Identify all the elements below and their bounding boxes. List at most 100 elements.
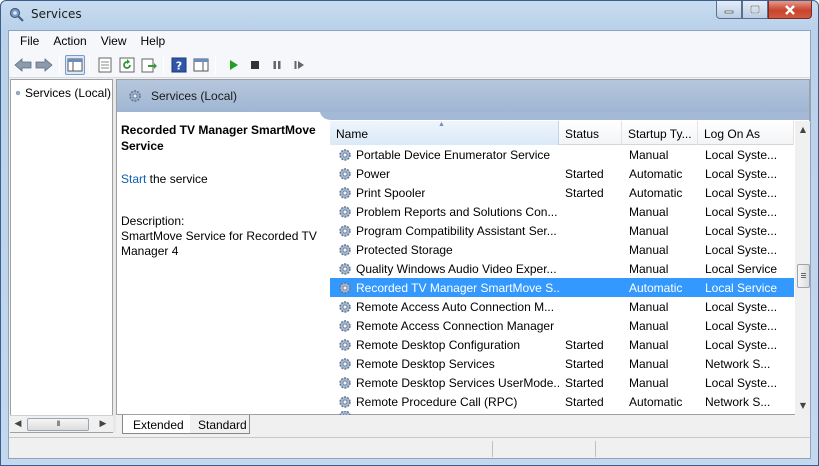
service-startup-type: Manual [629,318,669,333]
scroll-up-icon[interactable]: ▲ [797,125,809,139]
minimize-button[interactable] [716,1,742,19]
refresh-button[interactable] [117,55,137,75]
forward-button[interactable] [34,55,54,75]
service-log-on-as: Local Syste... [705,185,778,200]
service-row[interactable]: Problem Reports and Solutions Con... Manu… [330,202,794,221]
services-pane: Services (Local) Recorded TV Manager Sma… [116,79,810,415]
service-name-cell: Quality Windows Audio Video Exper... [330,261,559,277]
start-service-line: Start the service [121,172,319,186]
start-service-suffix: the service [146,172,208,186]
action-pane-icon [193,58,209,72]
service-gear-icon [339,376,351,389]
column-status[interactable]: Status [559,121,622,145]
column-name[interactable]: ▲ Name [330,121,559,145]
service-row[interactable]: Quality Windows Audio Video Exper... Manu… [330,259,794,278]
scroll-thumb[interactable] [797,264,810,288]
service-log-on-as: Local Syste... [705,204,778,219]
service-row[interactable]: Remote Desktop Configuration Started Manua… [330,335,794,354]
pause-service-button[interactable] [267,55,287,75]
menu-help[interactable]: Help [134,31,173,52]
tree-horizontal-scrollbar[interactable]: ◀ lll ▶ [10,415,113,432]
export-list-button[interactable] [139,55,159,75]
service-log-on-as: Local Syste... [705,223,778,238]
show-hide-tree-button[interactable] [65,55,85,75]
menu-view[interactable]: View [94,31,134,52]
service-startup-type: Automatic [629,394,683,409]
tab-extended[interactable]: Extended [122,415,190,434]
console-tree-icon [67,58,83,72]
service-gear-icon [339,205,351,218]
service-log-on-as: Local Syste... [705,147,778,162]
service-gear-icon [339,186,351,199]
menu-file[interactable]: File [13,31,46,52]
start-service-button[interactable] [223,55,243,75]
resume-service-icon [294,61,304,69]
list-vertical-scrollbar[interactable]: ▲ ▼ [795,121,810,415]
properties-button[interactable] [95,55,115,75]
maximize-icon [750,5,760,14]
status-bar [9,437,810,458]
service-row[interactable]: Remote Access Auto Connection M... Manual… [330,297,794,316]
service-name: Print Spooler [356,185,426,200]
action-pane-button[interactable] [191,55,211,75]
service-log-on-as: Local Syste... [705,166,778,181]
start-service-link[interactable]: Start [121,172,146,186]
service-row[interactable]: Recorded TV Manager SmartMove S... Automa… [330,278,794,297]
service-name: Problem Reports and Solutions Con... [356,204,558,219]
service-row[interactable]: Remote Access Connection Manager Manual Lo… [330,316,794,335]
service-row[interactable]: Power Started Automatic Local Syste... [330,164,794,183]
close-button[interactable] [768,1,812,19]
service-name: Remote Desktop Services [356,356,495,371]
column-startup-type[interactable]: Startup Ty... [622,121,698,145]
service-row[interactable]: Remote Desktop Services Started Manual Netw… [330,354,794,373]
service-row[interactable]: Portable Device Enumerator Service Manual… [330,145,794,164]
service-row[interactable]: Remote Procedure Call (RPC) Started Automa… [330,392,794,411]
service-gear-icon [339,281,351,294]
tab-standard[interactable]: Standard [188,415,250,434]
service-row[interactable]: Print Spooler Started Automatic Local Syste… [330,183,794,202]
pane-header: Services (Local) [117,80,809,112]
service-startup-type: Automatic [629,280,683,295]
description-text: SmartMove Service for Recorded TV Manage… [121,229,317,258]
service-name: Remote Access Auto Connection M... [356,299,555,314]
service-gear-icon [339,243,351,256]
service-startup-type: Manual [629,299,669,314]
service-row[interactable]: Protected Storage Manual Local Syste... [330,240,794,259]
pane-header-title: Services (Local) [151,89,238,103]
gear-icon [129,90,141,102]
service-name-cell: Remote Procedure Call (RPC) [330,394,559,410]
scroll-right-icon[interactable]: ▶ [96,418,110,431]
svg-text:?: ? [176,60,182,73]
back-button[interactable] [13,55,33,75]
service-log-on-as: Local Syste... [705,375,778,390]
menu-action[interactable]: Action [46,31,93,52]
tree-item-services-local[interactable]: Services (Local) [15,85,111,101]
service-row[interactable]: Remote Desktop Services UserMode... Start… [330,373,794,392]
service-gear-icon [339,357,351,370]
resume-service-button[interactable] [289,55,309,75]
maximize-button[interactable] [742,1,768,19]
service-gear-icon [339,167,351,180]
help-button[interactable]: ? [169,55,189,75]
service-log-on-as: Local Syste... [705,242,778,257]
window-title: Services [31,7,82,21]
service-row[interactable]: Program Compatibility Assistant Ser... Ma… [330,221,794,240]
help-icon: ? [171,57,187,73]
scroll-thumb[interactable]: lll [27,418,89,431]
scroll-down-icon[interactable]: ▼ [797,401,809,415]
service-name-cell: Remote Desktop Configuration [330,337,559,353]
service-status: Started [565,375,604,390]
service-name: Protected Storage [356,242,453,257]
refresh-icon [119,57,135,73]
stop-service-button[interactable] [245,55,265,75]
service-name: Quality Windows Audio Video Exper... [356,261,557,276]
services-window: Services File Action View Help ? Service… [0,0,819,466]
column-log-on-as[interactable]: Log On As [698,121,794,145]
scroll-left-icon[interactable]: ◀ [11,418,25,431]
service-gear-icon [339,319,351,332]
title-bar[interactable]: Services [1,1,818,29]
service-log-on-as: Network S... [705,394,771,409]
service-name-cell: Remote Desktop Services UserMode... [330,375,559,391]
service-startup-type: Manual [629,204,669,219]
service-name: Remote Desktop Configuration [356,337,521,352]
